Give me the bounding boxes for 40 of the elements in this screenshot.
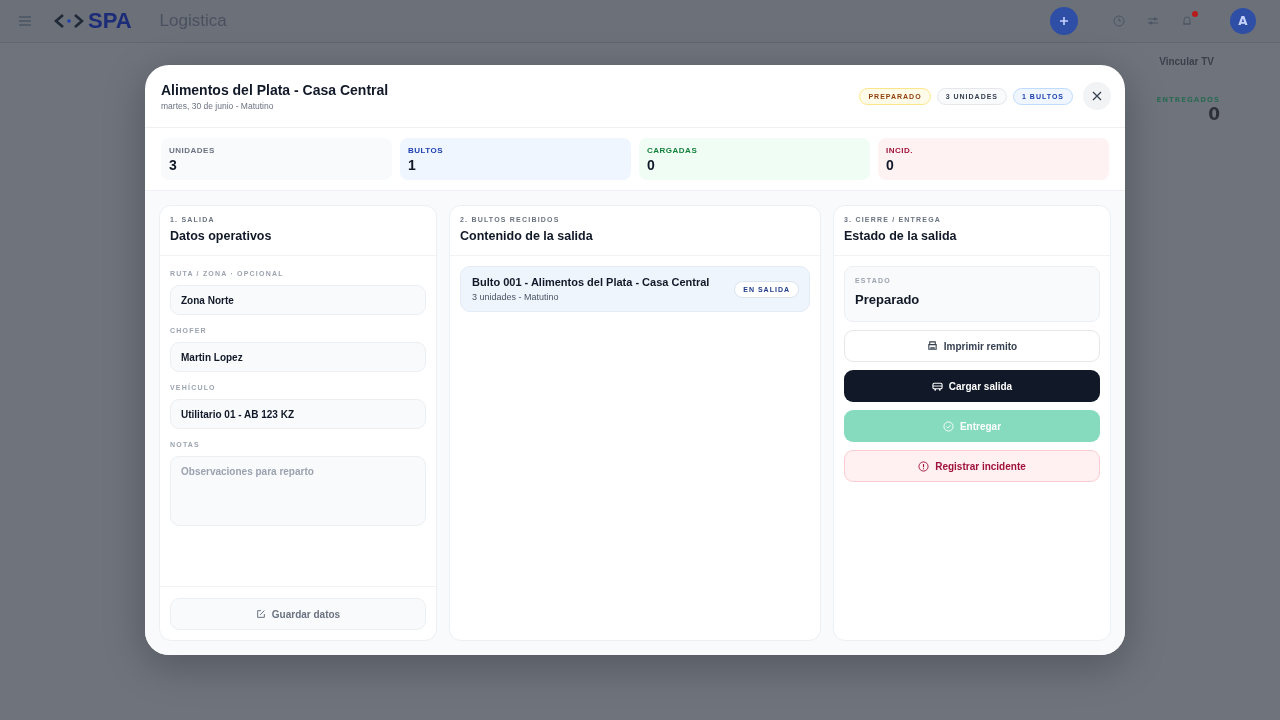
printer-icon (926, 340, 938, 352)
status-value: Preparado (855, 292, 921, 307)
panel-title: Datos operativos (170, 229, 273, 243)
alert-circle-icon (918, 460, 930, 472)
stat-label: UNIDADES (169, 146, 216, 155)
add-button[interactable] (1050, 7, 1078, 35)
package-meta: 3 unidades - Matutino (472, 292, 560, 302)
panel-title: Estado de la salida (844, 229, 958, 243)
brand-name: SPA (88, 8, 132, 34)
dialog-title: Alimentos del Plata - Casa Central (161, 81, 390, 98)
close-icon (1092, 91, 1102, 101)
code-brackets-icon (54, 13, 84, 29)
input-field[interactable]: Martin Lopez (170, 342, 426, 372)
stat-value: 3 (169, 157, 178, 173)
sliders-icon[interactable] (1147, 15, 1159, 27)
stat-value: 1 (408, 157, 417, 173)
input-field[interactable]: Zona Norte (170, 285, 426, 315)
user-avatar[interactable]: A (1230, 8, 1256, 34)
menu-icon[interactable] (18, 15, 32, 27)
stat-value: 0 (1208, 104, 1220, 124)
panel-title: Contenido de la salida (460, 229, 594, 243)
stat-label: INCID. (886, 146, 914, 155)
bus-icon (931, 380, 943, 392)
action-button[interactable]: Imprimir remito (844, 330, 1100, 362)
close-button[interactable] (1083, 82, 1111, 110)
stat-value: 0 (886, 157, 895, 173)
edit-icon (255, 609, 266, 619)
plus-icon (1059, 16, 1069, 26)
stat-label: BULTOS (408, 146, 445, 155)
check-circle-icon (942, 420, 954, 432)
dialog-subtitle: martes, 30 de junio - Matutino (161, 100, 275, 111)
action-button[interactable]: Cargar salida (844, 370, 1100, 402)
clock-icon[interactable] (1113, 15, 1125, 27)
package-title: Bulto 001 - Alimentos del Plata - Casa Central (472, 276, 711, 288)
action-button[interactable]: Registrar incidente (844, 450, 1100, 482)
input-field[interactable]: Utilitario 01 - AB 123 KZ (170, 399, 426, 429)
notes-field[interactable]: Observaciones para reparto (170, 456, 426, 526)
stat-value: 0 (647, 157, 656, 173)
stat-label: CARGADAS (647, 146, 699, 155)
bell-icon[interactable] (1181, 15, 1193, 27)
